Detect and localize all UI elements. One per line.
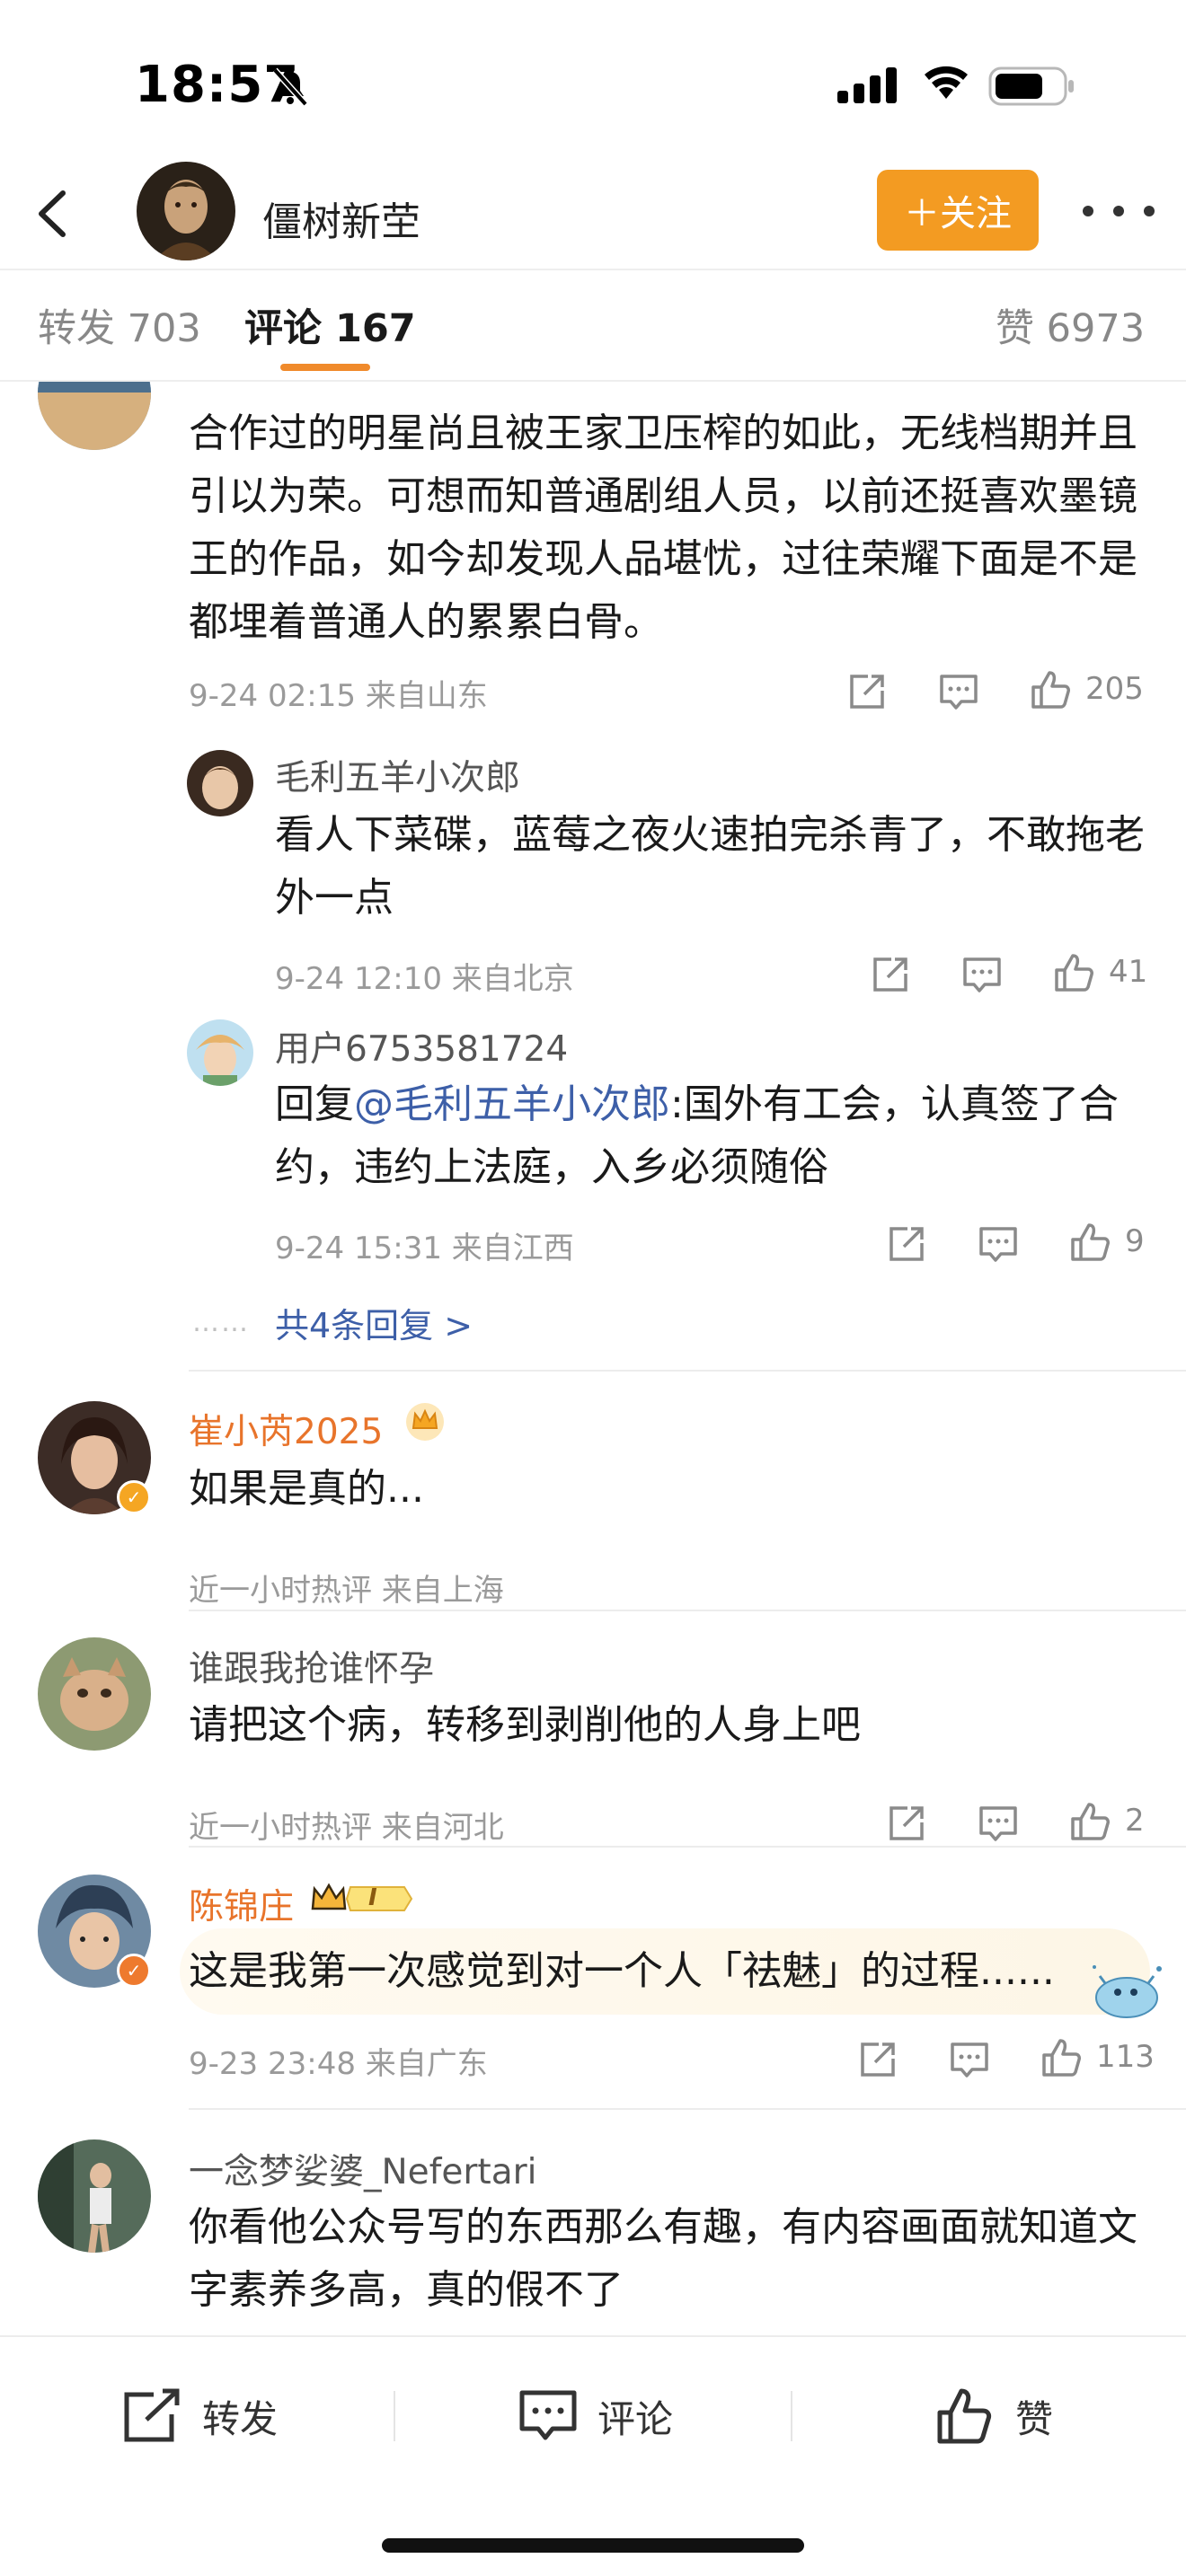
comment-text: 你看他公众号写的东西那么有趣，有内容画面就知道文字素养多高，真的假不了 bbox=[189, 2204, 1137, 2313]
like-icon[interactable] bbox=[1028, 667, 1073, 712]
more-replies-dots: …… bbox=[192, 1307, 250, 1338]
reply-meta: 9-24 12:10 来自北京 bbox=[275, 961, 574, 997]
like-label: 赞 bbox=[1015, 2396, 1054, 2441]
share-icon bbox=[124, 2388, 180, 2442]
like-count: 113 bbox=[1096, 2039, 1155, 2075]
divider bbox=[791, 2391, 792, 2441]
battery-icon bbox=[988, 66, 1074, 106]
repost-button[interactable]: 转发 bbox=[121, 2380, 278, 2452]
comment-icon[interactable] bbox=[976, 1222, 1021, 1266]
reply-meta: 9-24 15:31 来自江西 bbox=[275, 1231, 574, 1266]
tab-reposts[interactable]: 转发 703 bbox=[38, 297, 201, 353]
share-icon[interactable] bbox=[855, 2037, 900, 2082]
share-icon[interactable] bbox=[884, 1801, 929, 1846]
like-count: 205 bbox=[1085, 671, 1144, 707]
comment-text: 如果是真的... bbox=[189, 1466, 424, 1512]
avatar[interactable] bbox=[38, 2139, 151, 2253]
divider bbox=[189, 1370, 1186, 1372]
comment-list: 合作过的明星尚且被王家卫压榨的如此，无线档期并且引以为荣。可想而知普通剧组人员，… bbox=[0, 382, 1186, 2335]
reply-author[interactable]: 毛利五羊小次郎 bbox=[275, 750, 520, 800]
active-tab-indicator bbox=[280, 364, 370, 371]
sticker-icon bbox=[1093, 1965, 1162, 2018]
member-badge-label: I bbox=[368, 1884, 377, 1911]
comment-icon[interactable] bbox=[960, 952, 1005, 997]
avatar[interactable] bbox=[38, 382, 151, 450]
comment-author[interactable]: 崔小芮2025 bbox=[189, 1404, 383, 1454]
follow-button[interactable]: ＋关注 bbox=[877, 170, 1039, 251]
tab-likes[interactable]: 赞 6973 bbox=[996, 297, 1145, 353]
like-count: 2 bbox=[1125, 1803, 1145, 1839]
avatar[interactable] bbox=[38, 1637, 151, 1751]
more-replies-link[interactable]: 共4条回复 > bbox=[275, 1298, 473, 1347]
reply-prefix: 回复 bbox=[275, 1081, 354, 1127]
bottom-action-bar: 转发 评论 赞 bbox=[0, 2335, 1186, 2576]
avatar[interactable] bbox=[137, 162, 235, 260]
repost-label: 转发 bbox=[202, 2396, 279, 2441]
comment-author[interactable]: 谁跟我抢谁怀孕 bbox=[189, 1641, 434, 1691]
divider bbox=[189, 1610, 1186, 1611]
comment-button[interactable]: 评论 bbox=[517, 2380, 673, 2452]
like-count: 9 bbox=[1125, 1223, 1145, 1259]
tab-bar: 转发 703 评论 167 赞 6973 bbox=[0, 270, 1186, 382]
comment-meta: 近一小时热评 来自上海 bbox=[189, 1573, 504, 1609]
comment-text: 请把这个病，转移到剥削他的人身上吧 bbox=[189, 1702, 861, 1748]
like-icon bbox=[937, 2388, 992, 2444]
signal-icon bbox=[837, 67, 897, 103]
share-icon[interactable] bbox=[868, 952, 913, 997]
comment-label: 评论 bbox=[597, 2396, 674, 2441]
like-icon[interactable] bbox=[1039, 2035, 1084, 2080]
like-count: 41 bbox=[1109, 954, 1148, 990]
reply-text: 回复@毛利五羊小次郎:国外有工会，认真签了合约，违约上法庭，入乡必须随俗 bbox=[275, 1073, 1155, 1199]
comment-meta: 9-24 02:15 来自山东 bbox=[189, 678, 488, 714]
tab-comments[interactable]: 评论 167 bbox=[244, 297, 416, 353]
reply-text: 看人下菜碟，蓝莓之夜火速拍完杀青了，不敢拖老外一点 bbox=[275, 812, 1145, 921]
more-icon[interactable] bbox=[1083, 193, 1155, 229]
nav-bar: 僵树新茔 ＋关注 bbox=[0, 157, 1186, 270]
divider bbox=[394, 2391, 395, 2441]
home-indicator[interactable] bbox=[382, 2538, 804, 2553]
profile-name[interactable]: 僵树新茔 bbox=[262, 190, 420, 247]
like-icon[interactable] bbox=[1051, 950, 1096, 995]
divider bbox=[189, 2108, 1186, 2110]
like-button[interactable]: 赞 bbox=[934, 2380, 1053, 2452]
avatar[interactable] bbox=[187, 750, 253, 816]
share-icon[interactable] bbox=[845, 669, 890, 714]
status-bar: 18:57 bbox=[0, 0, 1186, 157]
share-icon[interactable] bbox=[884, 1222, 929, 1266]
crown-icon bbox=[406, 1403, 444, 1441]
verified-icon: ✓ bbox=[117, 1954, 151, 1988]
comment-text: 这是我第一次感觉到对一个人「祛魅」的过程...... bbox=[189, 1948, 1055, 1994]
member-badge: I bbox=[307, 1878, 415, 1919]
comment-icon bbox=[519, 2390, 577, 2440]
reply-author[interactable]: 用户6753581724 bbox=[275, 1021, 568, 1072]
comment-meta: 近一小时热评 来自河北 bbox=[189, 1810, 504, 1846]
comment-icon[interactable] bbox=[936, 669, 981, 714]
comment-author[interactable]: 陈锦庄 bbox=[189, 1879, 294, 1929]
back-icon[interactable] bbox=[27, 182, 81, 245]
avatar[interactable] bbox=[187, 1019, 253, 1086]
like-icon[interactable] bbox=[1067, 1220, 1112, 1265]
comment-icon[interactable] bbox=[947, 2037, 992, 2082]
divider bbox=[189, 1846, 1186, 1848]
verified-icon: ✓ bbox=[117, 1480, 151, 1514]
comment-author[interactable]: 一念梦娑婆_Nefertari bbox=[189, 2144, 537, 2194]
comment-meta: 9-23 23:48 来自广东 bbox=[189, 2046, 488, 2082]
like-icon[interactable] bbox=[1067, 1799, 1112, 1844]
wifi-icon bbox=[925, 66, 968, 99]
mention-link[interactable]: @毛利五羊小次郎 bbox=[354, 1081, 670, 1127]
bell-slash-icon bbox=[272, 67, 308, 107]
comment-text: 合作过的明星尚且被王家卫压榨的如此，无线档期并且引以为荣。可想而知普通剧组人员，… bbox=[189, 410, 1137, 645]
comment-icon[interactable] bbox=[976, 1801, 1021, 1846]
